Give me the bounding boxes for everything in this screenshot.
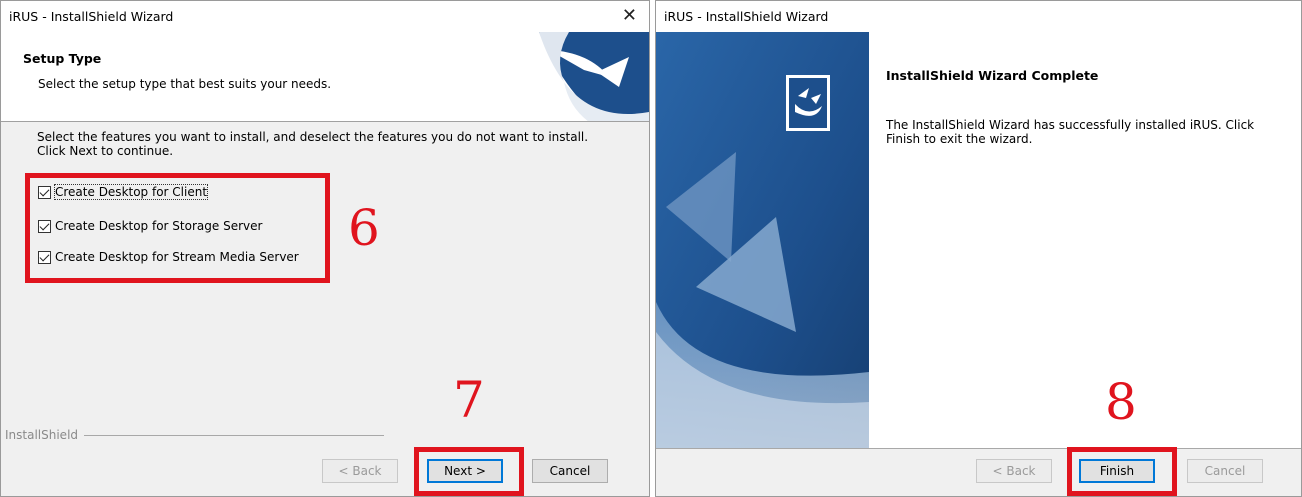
installshield-banner-graphic-icon [539,32,649,121]
page-title: InstallShield Wizard Complete [886,68,1099,83]
checkbox-label[interactable]: Create Desktop for Client [53,184,209,200]
installshield-side-graphic-icon [656,32,869,448]
cancel-button[interactable]: Cancel [1187,459,1263,483]
title-bar: iRUS - InstallShield Wizard [656,1,1301,32]
divider-line [84,434,385,436]
annotation-step-6: 6 [348,199,380,257]
instructions-text: Select the features you want to install,… [37,130,589,158]
back-button[interactable]: < Back [322,459,398,483]
close-icon[interactable]: ✕ [622,5,637,27]
feature-option-storage-server[interactable]: Create Desktop for Storage Server [38,218,262,234]
checkbox[interactable] [38,250,51,264]
feature-option-client[interactable]: Create Desktop for Client [38,184,209,200]
feature-option-stream-media-server[interactable]: Create Desktop for Stream Media Server [38,249,299,265]
installshield-brand: InstallShield [5,428,79,442]
checkbox-label[interactable]: Create Desktop for Stream Media Server [55,250,299,264]
cancel-button[interactable]: Cancel [532,459,608,483]
checkbox[interactable] [38,219,51,233]
divider-line [656,448,1301,449]
header-banner: Setup Type Select the setup type that be… [1,32,649,122]
completion-message: The InstallShield Wizard has successfull… [886,118,1255,146]
checkbox-label[interactable]: Create Desktop for Storage Server [55,219,262,233]
annotation-step-7: 7 [453,371,485,429]
back-button[interactable]: < Back [976,459,1052,483]
checkbox[interactable] [38,185,51,199]
setup-type-dialog: iRUS - InstallShield Wizard ✕ Setup Type… [0,0,650,497]
window-title: iRUS - InstallShield Wizard [664,9,829,24]
finish-button[interactable]: Finish [1079,459,1155,483]
brand-divider: InstallShield [1,428,385,442]
completion-panel: InstallShield Wizard Complete The Instal… [869,32,1301,448]
wizard-complete-dialog: iRUS - InstallShield Wizard InstallShiel… [655,0,1302,497]
page-subtitle: Select the setup type that best suits yo… [38,77,332,91]
title-bar: iRUS - InstallShield Wizard ✕ [1,1,649,32]
next-button[interactable]: Next > [427,459,503,483]
page-title: Setup Type [23,51,102,66]
annotation-step-8: 8 [1105,373,1137,431]
window-title: iRUS - InstallShield Wizard [9,9,174,24]
